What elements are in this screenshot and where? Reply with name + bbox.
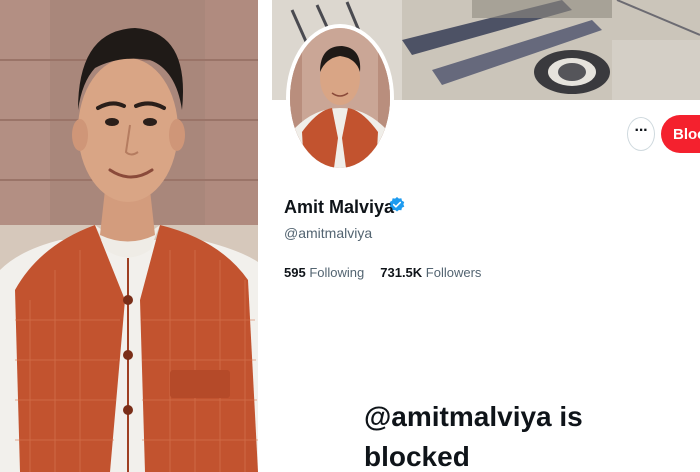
- followers-count: 731.5K: [380, 265, 423, 280]
- following-count: 595: [284, 265, 306, 280]
- ellipsis-icon: ···: [634, 122, 649, 139]
- more-options-button[interactable]: ···: [627, 117, 655, 151]
- profile-display-name: Amit Malviya: [284, 197, 395, 217]
- avatar-image: [290, 28, 390, 168]
- blocked-button[interactable]: Blocked: [661, 115, 700, 153]
- portrait-photo: [0, 0, 258, 472]
- following-label: Following: [309, 265, 365, 280]
- verified-badge-icon: [389, 197, 405, 212]
- profile-avatar[interactable]: [286, 24, 394, 172]
- blocked-notice: @amitmalviya is blocked: [364, 401, 583, 472]
- portrait-illustration: [0, 0, 258, 472]
- followers-label: Followers: [425, 265, 482, 280]
- followers-link[interactable]: 731.5K Followers: [380, 265, 481, 280]
- follow-stats: 595 Following 731.5K Followers: [284, 265, 481, 280]
- avatar-illustration: [290, 28, 390, 168]
- twitter-profile-screenshot: ··· Blocked Amit Malviya @amitmalviya 59…: [264, 0, 700, 472]
- following-link[interactable]: 595 Following: [284, 265, 364, 280]
- profile-handle: @amitmalviya: [284, 225, 373, 241]
